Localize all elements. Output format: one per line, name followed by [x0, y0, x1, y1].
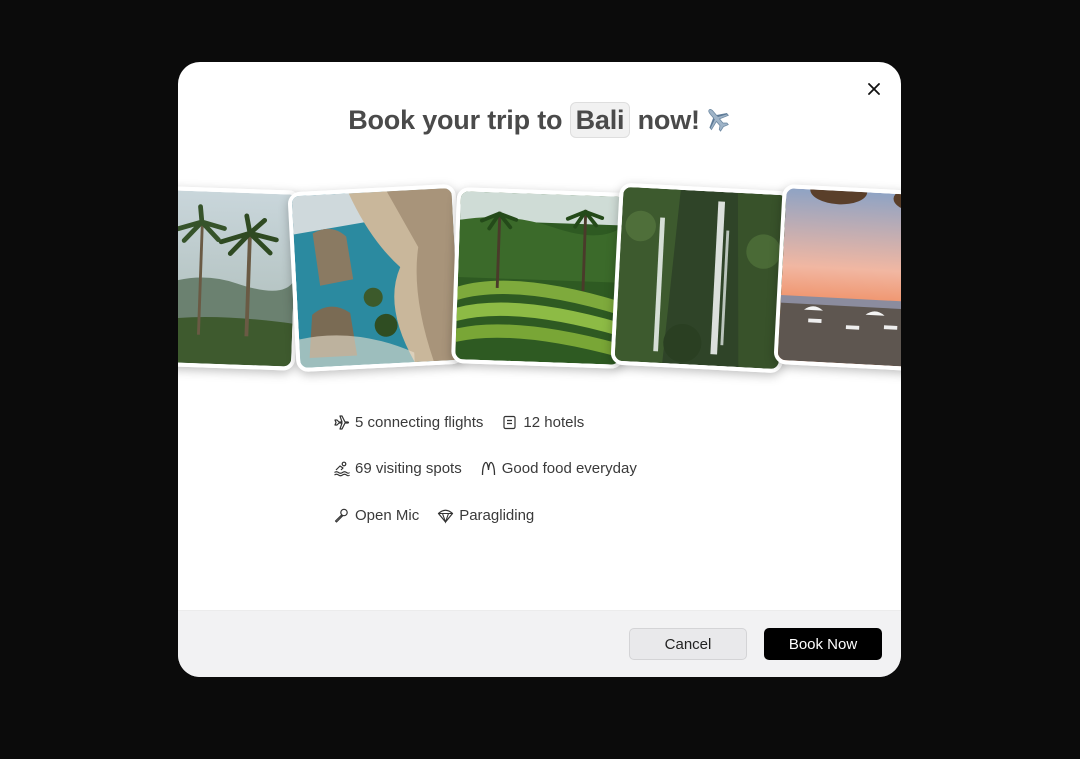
feature-open-mic: Open Mic — [333, 507, 419, 524]
destination-badge: Bali — [569, 102, 631, 138]
close-icon[interactable] — [865, 80, 883, 98]
beach-sunset-photo — [773, 183, 901, 373]
photo-gallery — [178, 180, 901, 380]
feature-food: Good food everyday — [480, 460, 637, 477]
feature-label: Good food everyday — [501, 460, 637, 477]
hotel-icon — [501, 414, 518, 431]
dialog-footer: Cancel Book Now — [178, 610, 901, 677]
plane-icon — [333, 414, 350, 431]
title-suffix: now! — [637, 105, 700, 135]
booking-dialog: Book your trip to Bali now! 5 connecting… — [178, 62, 901, 677]
feature-row: Open Mic Paragliding — [333, 505, 655, 525]
cancel-button[interactable]: Cancel — [629, 628, 747, 660]
feature-list: 5 connecting flights 12 hotels 69 visiti… — [333, 412, 655, 552]
coastal-cliffs-photo — [287, 183, 465, 373]
waterfall-photo — [610, 182, 792, 374]
rice-terraces-photo — [450, 187, 630, 369]
feature-label: Paragliding — [459, 506, 535, 524]
title-prefix: Book your trip to — [348, 105, 563, 135]
palm-trees-photo — [178, 185, 302, 371]
feature-paragliding: Paragliding — [437, 507, 534, 524]
food-icon — [480, 460, 497, 477]
feature-spots: 69 visiting spots — [333, 460, 462, 477]
feature-row: 69 visiting spots Good food everyday — [333, 459, 655, 479]
feature-flights: 5 connecting flights — [333, 414, 483, 431]
feature-label: Open Mic — [355, 506, 420, 524]
book-now-button[interactable]: Book Now — [764, 628, 882, 660]
feature-label: 69 visiting spots — [355, 460, 462, 477]
feature-label: 12 hotels — [523, 413, 585, 431]
parachute-icon — [437, 507, 454, 524]
feature-hotels: 12 hotels — [501, 414, 584, 431]
microphone-icon — [333, 507, 350, 524]
airplane-icon — [703, 105, 731, 140]
dialog-title: Book your trip to Bali now! — [178, 102, 901, 140]
swimmer-icon — [333, 460, 350, 477]
feature-label: 5 connecting flights — [355, 413, 484, 431]
feature-row: 5 connecting flights 12 hotels — [333, 412, 655, 432]
